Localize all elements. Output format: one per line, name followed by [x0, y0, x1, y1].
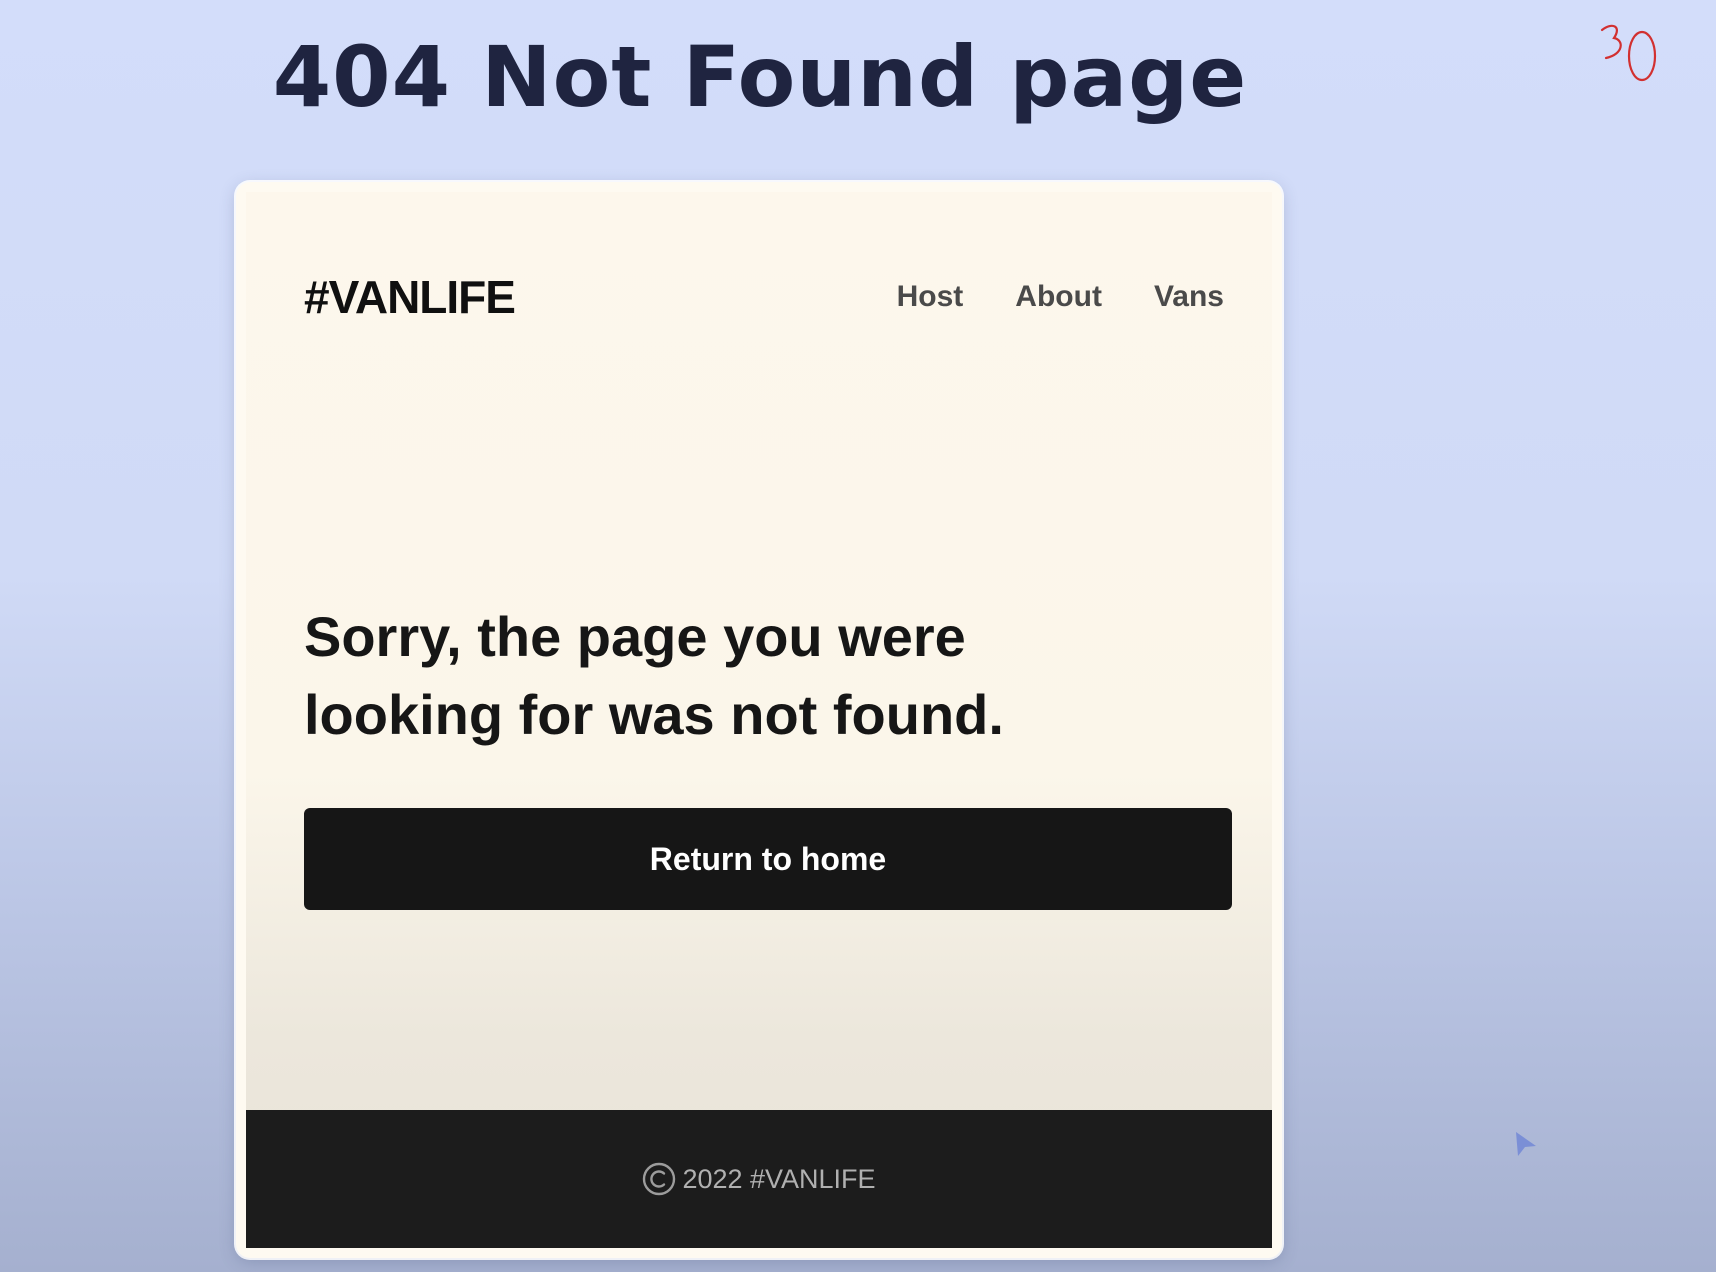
copyright-icon [643, 1162, 676, 1196]
nav-link-host[interactable]: Host [897, 280, 964, 314]
not-found-message: Sorry, the page you were looking for was… [304, 605, 1004, 746]
footer-copyright: 2022 #VANLIFE [642, 1162, 876, 1196]
slide-title: 404 Not Found page [272, 28, 1248, 126]
return-home-button[interactable]: Return to home [304, 808, 1232, 910]
page-content: #VANLIFE Host About Vans Sorry, the page… [246, 192, 1272, 1248]
nav-link-vans[interactable]: Vans [1154, 280, 1224, 314]
footer-text: 2022 #VANLIFE [682, 1163, 876, 1194]
handwritten-annotation-icon [1600, 24, 1657, 82]
main-nav: Host About Vans [897, 280, 1224, 314]
site-logo[interactable]: #VANLIFE [304, 270, 516, 324]
cursor-arrow-icon [1516, 1132, 1536, 1156]
browser-card: #VANLIFE Host About Vans Sorry, the page… [236, 182, 1282, 1258]
site-footer: 2022 #VANLIFE [246, 1110, 1272, 1248]
nav-link-about[interactable]: About [1015, 280, 1102, 314]
